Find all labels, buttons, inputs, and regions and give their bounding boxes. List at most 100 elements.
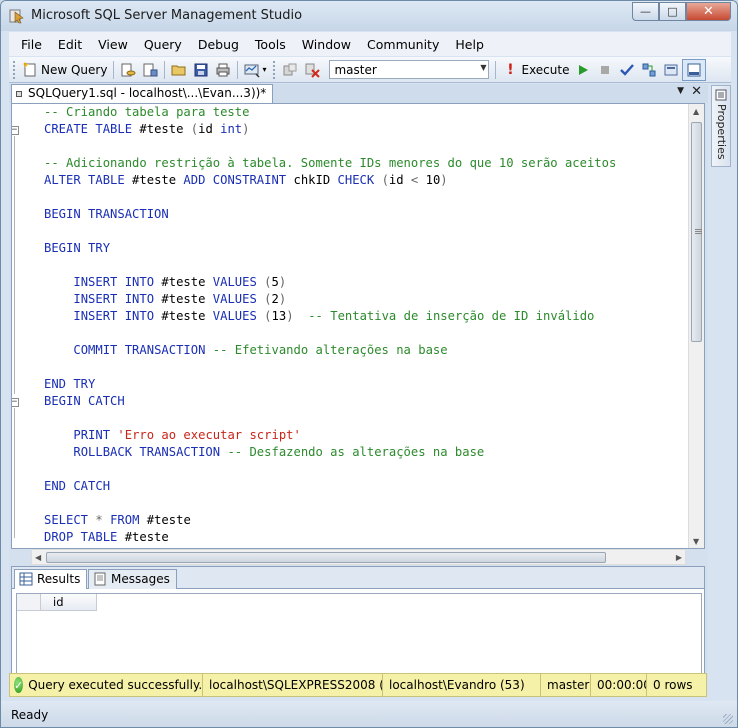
menu-debug[interactable]: Debug — [190, 37, 247, 52]
sql-token: #teste — [154, 292, 213, 306]
results-to-grid-button[interactable] — [682, 58, 707, 81]
query-status-server: localhost\SQLEXPRESS2008 (1... — [203, 673, 383, 697]
sql-keyword: VALUES — [212, 309, 257, 323]
sql-keyword: DROP TABLE — [44, 530, 118, 544]
code-line: INSERT INTO #teste VALUES (2) — [44, 291, 616, 308]
column-header-id[interactable]: id — [41, 594, 97, 611]
sql-keyword: FROM — [110, 513, 140, 527]
display-estimated-plan-button[interactable] — [638, 59, 660, 81]
analysis-query-button[interactable] — [139, 59, 161, 81]
code-line: COMMIT TRANSACTION -- Efetivando alteraç… — [44, 342, 616, 359]
sql-keyword: ADD CONSTRAINT — [183, 173, 287, 187]
query-status-message: ✓ Query executed successfully. — [10, 673, 203, 697]
parse-button[interactable] — [616, 59, 638, 81]
window-controls: — □ ✕ — [632, 2, 731, 21]
connect-button[interactable] — [279, 59, 301, 81]
sql-token: ) — [286, 309, 294, 323]
scroll-right-icon[interactable]: ▶ — [676, 553, 682, 562]
sql-token: #teste — [132, 122, 191, 136]
code-line: END TRY — [44, 376, 616, 393]
save-button[interactable] — [190, 59, 212, 81]
tab-sqlquery1[interactable]: SQLQuery1.sql - localhost\...\Evan...3))… — [11, 84, 274, 103]
print-button[interactable] — [212, 59, 234, 81]
horizontal-scroll-thumb[interactable] — [46, 552, 606, 563]
open-file-button[interactable] — [168, 59, 190, 81]
debug-button[interactable] — [572, 59, 594, 81]
vertical-scroll-thumb[interactable] — [691, 122, 702, 342]
code-content[interactable]: -- Criando tabela para teste CREATE TABLE… — [44, 104, 616, 546]
menu-window[interactable]: Window — [294, 37, 359, 52]
results-grid-icon — [19, 572, 33, 586]
sql-token: ) — [278, 292, 287, 306]
query-status-user: localhost\Evandro (53) — [383, 673, 541, 697]
code-line: BEGIN TRANSACTION — [44, 206, 616, 223]
checkmark-icon — [620, 63, 635, 76]
query-status-database: master — [541, 673, 591, 697]
scroll-down-icon[interactable]: ▼ — [693, 537, 699, 546]
menu-bar: File Edit View Query Debug Tools Window … — [9, 32, 731, 56]
toolbar-overflow-icon[interactable]: ▾ — [262, 65, 266, 74]
sql-comment: -- Tentativa de inserção de ID inválido — [308, 309, 595, 323]
sql-token: #teste — [124, 173, 184, 187]
available-databases-select[interactable]: master ▼ — [329, 60, 490, 79]
scroll-left-icon[interactable]: ◀ — [35, 553, 41, 562]
execute-button[interactable]: ! Execute — [499, 59, 572, 81]
ssms-window: Microsoft SQL Server Management Studio —… — [0, 0, 738, 728]
menu-file[interactable]: File — [13, 37, 50, 52]
query-designer-button[interactable] — [660, 59, 682, 81]
query-file-icon — [16, 91, 22, 97]
db-query-icon — [121, 63, 136, 76]
play-icon — [579, 64, 589, 75]
title-bar[interactable]: Microsoft SQL Server Management Studio —… — [1, 1, 737, 31]
editor-vertical-scrollbar[interactable]: ▲ ▼ — [688, 104, 704, 548]
code-line: -- Criando tabela para teste — [44, 104, 616, 121]
sql-token: 5 — [271, 275, 279, 289]
menu-edit[interactable]: Edit — [50, 37, 90, 52]
menu-tools[interactable]: Tools — [247, 37, 294, 52]
new-query-button[interactable]: New Query — [19, 59, 110, 81]
close-button[interactable]: ✕ — [686, 2, 731, 21]
scroll-up-icon[interactable]: ▲ — [693, 107, 699, 116]
menu-query[interactable]: Query — [136, 37, 190, 52]
menu-help[interactable]: Help — [447, 37, 492, 52]
sql-comment: -- Efetivando alterações na base — [212, 343, 448, 357]
properties-panel-tab[interactable]: Properties — [711, 85, 731, 167]
tab-results[interactable]: Results — [14, 569, 88, 589]
results-grid-icon — [687, 63, 701, 76]
activity-monitor-button[interactable]: ▾ — [241, 59, 269, 81]
fold-toggle-catch[interactable]: − — [12, 398, 19, 407]
sql-token: #teste — [154, 275, 213, 289]
sql-keyword: VALUES — [212, 275, 257, 289]
toolbar-grip[interactable] — [13, 60, 16, 79]
disconnect-button[interactable] — [301, 59, 323, 81]
sql-token: #teste — [139, 513, 191, 527]
sql-keyword: VALUES — [212, 292, 257, 306]
toolbar-grip[interactable] — [273, 60, 276, 79]
menu-community[interactable]: Community — [359, 37, 447, 52]
selected-database: master — [334, 62, 377, 77]
save-icon — [194, 63, 208, 76]
sql-token: ) — [278, 275, 287, 289]
sql-keyword: BEGIN TRANSACTION — [44, 207, 169, 221]
tab-messages[interactable]: Messages — [88, 569, 177, 589]
database-engine-query-button[interactable] — [117, 59, 139, 81]
minimize-button[interactable]: — — [632, 2, 659, 21]
query-editor[interactable]: − − -- Criando tabela para teste CREATE T… — [11, 103, 705, 549]
sql-token: id — [198, 122, 221, 136]
menu-view[interactable]: View — [90, 37, 136, 52]
fold-toggle-create[interactable]: − — [12, 126, 19, 135]
grid-corner[interactable] — [17, 594, 41, 611]
resize-grip-icon[interactable] — [723, 714, 733, 724]
close-tab-icon[interactable]: ✕ — [691, 84, 702, 99]
maximize-button[interactable]: □ — [659, 2, 686, 21]
tab-messages-label: Messages — [111, 572, 170, 586]
sql-string: 'Erro ao executar script' — [117, 428, 301, 442]
cancel-query-button[interactable] — [594, 59, 616, 81]
sql-token: * — [95, 513, 103, 527]
active-files-dropdown-icon[interactable]: ▼ — [677, 86, 684, 96]
editor-horizontal-scrollbar[interactable]: ◀ ▶ — [31, 549, 686, 565]
